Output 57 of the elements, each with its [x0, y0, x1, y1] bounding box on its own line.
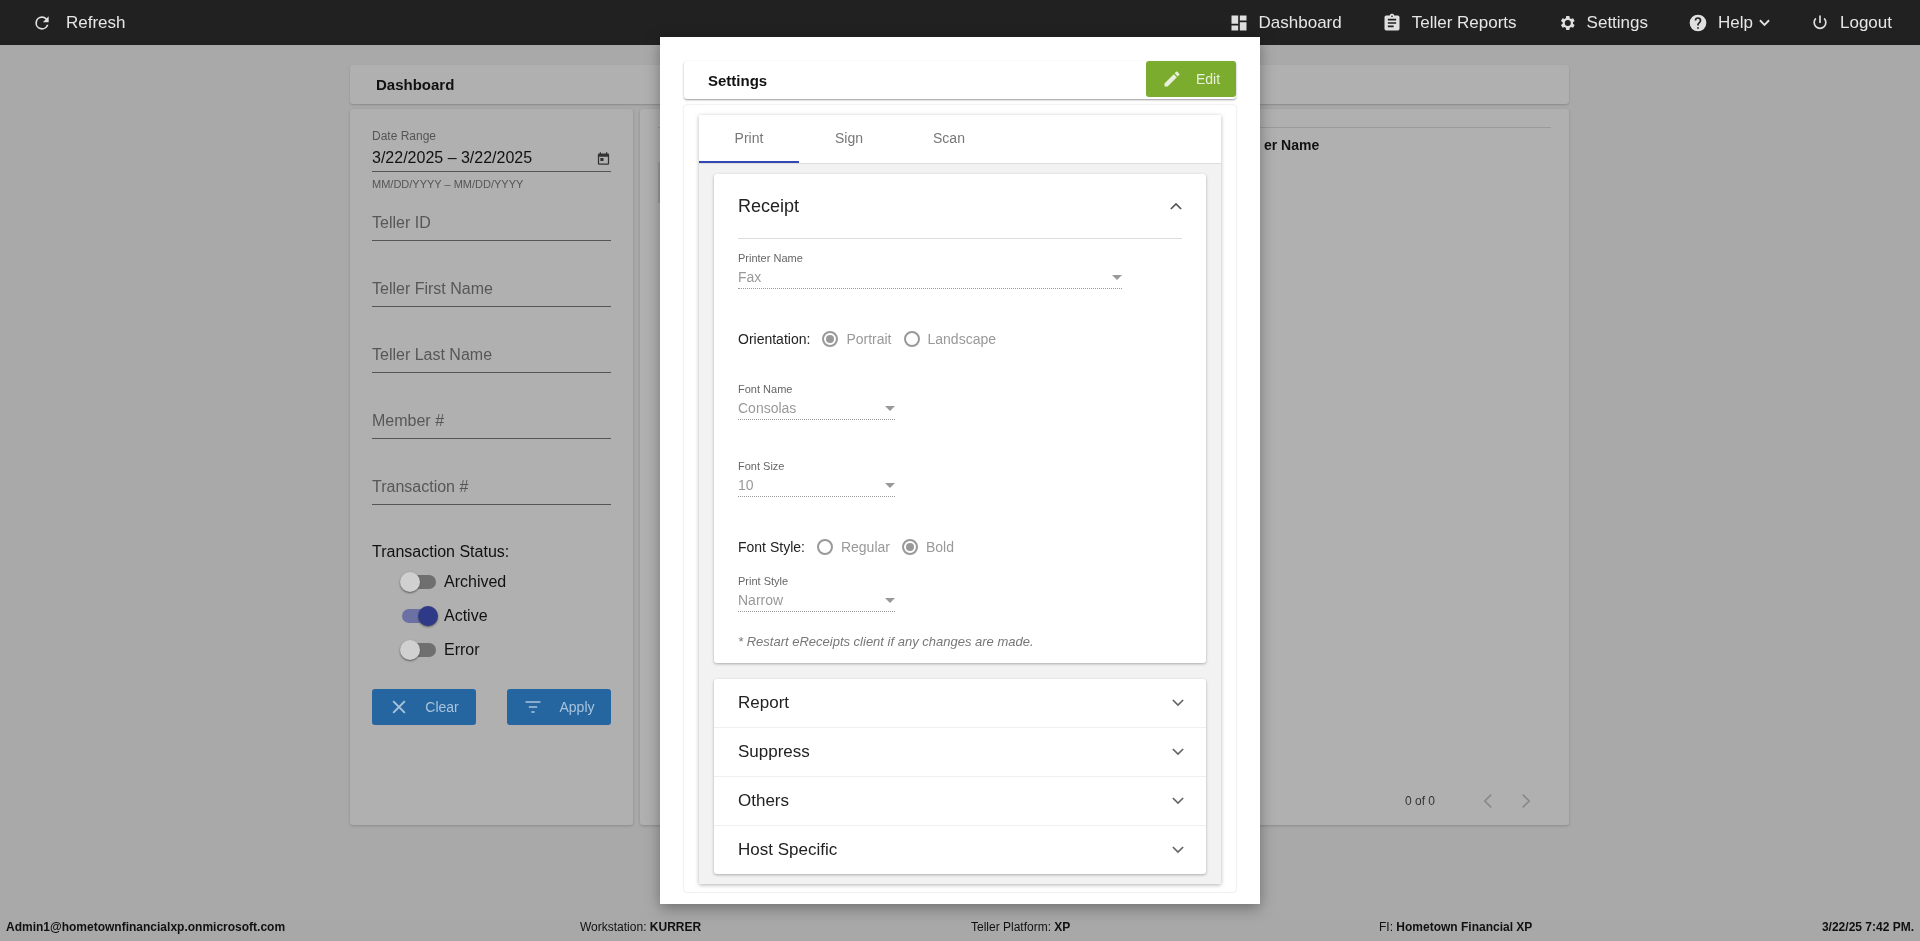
- toggle-switch[interactable]: [402, 609, 436, 623]
- input-field[interactable]: Teller First Name: [372, 274, 611, 307]
- radio-group-label: Font Style:: [738, 539, 805, 555]
- nav-link[interactable]: Settings: [1556, 12, 1649, 33]
- dropdown-icon: [885, 597, 895, 603]
- accordion-item[interactable]: Suppress: [714, 727, 1206, 776]
- input-field[interactable]: Transaction #: [372, 472, 611, 505]
- tab[interactable]: Print: [699, 115, 799, 163]
- column-header: er Name: [1264, 137, 1320, 153]
- radio-label: Regular: [840, 539, 890, 555]
- toggle-switch[interactable]: [402, 575, 436, 589]
- radio-button[interactable]: [901, 539, 918, 555]
- input-field[interactable]: Member #: [372, 406, 611, 439]
- refresh-button[interactable]: Refresh: [32, 12, 126, 33]
- pagination-count: 0 of 0: [1404, 794, 1435, 808]
- accordion-item[interactable]: Report: [714, 679, 1206, 727]
- toggle-label: Error: [444, 641, 480, 659]
- radio-label: Portrait: [846, 331, 892, 347]
- status-label: Transaction Status:: [372, 543, 511, 561]
- dropdown-icon: [885, 482, 895, 488]
- accordion-item[interactable]: Others: [714, 776, 1206, 825]
- status-text: 3/22/25 7:42 PM.: [1821, 920, 1914, 934]
- dialog-title: Settings: [708, 71, 768, 89]
- status-text: FI: Hometown Financial XP: [1379, 920, 1534, 934]
- restart-note: * Restart eReceipts client if any changes are made.: [738, 634, 1035, 649]
- radio-button[interactable]: [816, 539, 833, 555]
- page-title: Dashboard: [376, 76, 455, 93]
- status-text: Workstation: KURRER: [580, 920, 703, 934]
- accordion-item[interactable]: Host Specific: [714, 825, 1206, 874]
- toggle-label: Active: [444, 607, 488, 625]
- next-icon[interactable]: [1521, 793, 1531, 809]
- nav-link[interactable]: Dashboard: [1228, 12, 1342, 33]
- input-field[interactable]: Teller Last Name: [372, 340, 611, 373]
- status-text: Teller Platform: XP: [971, 920, 1072, 934]
- toggle-switch[interactable]: [402, 643, 436, 657]
- toggle-label: Archived: [444, 573, 507, 591]
- dropdown-icon: [885, 405, 895, 411]
- radio-label: Bold: [925, 539, 954, 555]
- calendar-icon: [596, 150, 611, 166]
- tab[interactable]: Scan: [899, 115, 999, 163]
- date-format-hint: MM/DD/YYYY – MM/DD/YYYY: [372, 178, 525, 190]
- caret-icon: [1759, 18, 1770, 27]
- nav-link[interactable]: Teller Reports: [1381, 12, 1517, 33]
- panel-header[interactable]: Receipt: [738, 174, 1182, 239]
- radio-group-label: Orientation:: [738, 331, 811, 347]
- previous-icon[interactable]: [1483, 793, 1493, 809]
- input-field[interactable]: Teller ID: [372, 208, 611, 241]
- nav-link[interactable]: Help: [1688, 12, 1770, 33]
- dropdown-icon: [1112, 274, 1122, 280]
- radio-button[interactable]: [903, 331, 920, 347]
- radio-label: Landscape: [927, 331, 996, 347]
- radio-button[interactable]: [822, 331, 839, 347]
- tab[interactable]: Sign: [799, 115, 899, 163]
- date-range-field[interactable]: Date Range 3/22/2025 – 3/22/2025: [372, 129, 611, 172]
- nav-link[interactable]: Logout: [1810, 12, 1892, 33]
- help-icon: [1688, 12, 1709, 33]
- status-text: Admin1@hometownfinancialxp.onmicrosoft.com: [6, 920, 287, 934]
